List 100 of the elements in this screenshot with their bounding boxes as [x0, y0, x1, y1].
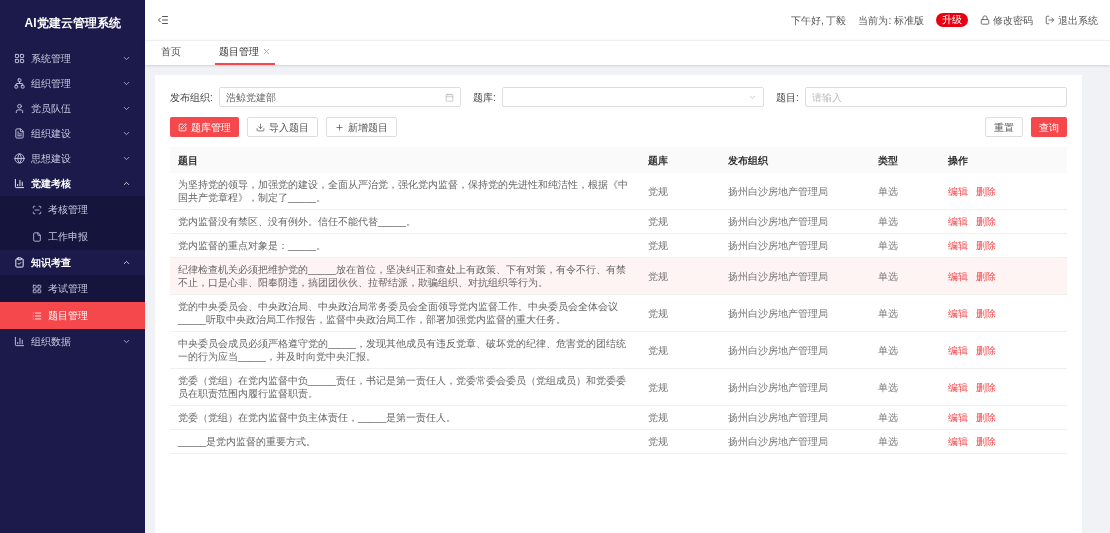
bank-cell: 党规	[640, 257, 720, 295]
search-button[interactable]: 查询	[1031, 117, 1067, 137]
type-cell: 单选	[870, 405, 940, 430]
question-cell: 党委（党组）在党内监督中负_____责任，书记是第一责任人，党委常委会委员（党组成员）和党委委员在职责范围内履行监督职责。	[170, 368, 640, 406]
chevron-down-icon	[122, 154, 131, 163]
greeting: 下午好, 丁毅	[790, 13, 847, 28]
delete-link[interactable]: 删除	[976, 381, 996, 393]
bank-cell: 党规	[640, 331, 720, 369]
type-cell: 单选	[870, 294, 940, 332]
submenu-item[interactable]: 题目管理	[0, 302, 145, 329]
edit-link[interactable]: 编辑	[948, 344, 968, 356]
bank-cell: 党规	[640, 294, 720, 332]
menu-item[interactable]: 思想建设	[0, 146, 145, 171]
organization-cell: 扬州白沙房地产管理局	[720, 257, 870, 295]
table-row[interactable]: 党的中央委员会、中央政治局、中央政治局常务委员会全面领导党内监督工作。中央委员会全体会议_____听取中央政治局工作报告，监督中央政治局工作，部署加强党内监督的重大任务。 党规 扬州白沙房地产管理局 单选 编辑 删除	[170, 294, 1067, 332]
edit-link[interactable]: 编辑	[948, 381, 968, 393]
table-row[interactable]: 党委（党组）在党内监督中负主体责任，_____是第一责任人。 党规 扬州白沙房地产管理局 单选 编辑 删除	[170, 405, 1067, 430]
table-row[interactable]: 党内监督的重点对象是：_____。 党规 扬州白沙房地产管理局 单选 编辑 删除	[170, 233, 1067, 258]
table-row[interactable]: 为坚持党的领导，加强党的建设，全面从严治党，强化党内监督，保持党的先进性和纯洁性，根据《中国共产党章程》，制定了_____。 党规 扬州白沙房地产管理局 单选 编辑 删除	[170, 173, 1067, 210]
logout-link[interactable]: 退出系统	[1045, 12, 1098, 28]
chevron-down-icon	[122, 337, 131, 346]
table-row[interactable]: 中央委员会成员必须严格遵守党的_____，发现其他成员有违反党章、破坏党的纪律、危害党的团结统一的行为应当_____，并及时向党中央汇报。 党规 扬州白沙房地产管理局 单选 编辑 删除	[170, 331, 1067, 369]
chevron-up-icon	[122, 258, 131, 267]
toolbar-button[interactable]: 题库管理	[170, 117, 239, 137]
organization-cell: 扬州白沙房地产管理局	[720, 331, 870, 369]
submenu-item[interactable]: 考试管理	[0, 275, 145, 302]
filter-label: 发布组织:	[170, 90, 213, 105]
type-cell: 单选	[870, 368, 940, 406]
organization-picker[interactable]: 浩鲸党建部	[218, 87, 461, 107]
question-cell: 党的中央委员会、中央政治局、中央政治局常务委员会全面领导党内监督工作。中央委员会全体会议_____听取中央政治局工作报告，监督中央政治局工作，部署加强党内监督的重大任务。	[170, 294, 640, 332]
chevron-down-icon	[122, 79, 131, 88]
edit-link[interactable]: 编辑	[948, 412, 968, 423]
delete-link[interactable]: 删除	[976, 270, 996, 282]
edit-link[interactable]: 编辑	[948, 436, 968, 447]
menu-item[interactable]: 党员队伍	[0, 96, 145, 121]
chevron-up-icon	[122, 179, 131, 188]
toolbar-button[interactable]: 新增题目	[326, 117, 397, 137]
upgrade-badge[interactable]: 升级	[936, 13, 968, 27]
change-password-link[interactable]: 修改密码	[980, 12, 1033, 28]
menu-item[interactable]: 组织数据	[0, 329, 145, 354]
submenu-item[interactable]: 工作申报	[0, 223, 145, 250]
type-cell: 单选	[870, 173, 940, 210]
type-cell: 单选	[870, 257, 940, 295]
toolbar-button[interactable]: 导入题目	[247, 117, 318, 137]
question-cell: 党委（党组）在党内监督中负主体责任，_____是第一责任人。	[170, 405, 640, 430]
menu-item[interactable]: 组织管理	[0, 71, 145, 96]
question-cell: 中央委员会成员必须严格遵守党的_____，发现其他成员有违反党章、破坏党的纪律、危害党的团结统一的行为应当_____，并及时向党中央汇报。	[170, 331, 640, 369]
menu-item[interactable]: 知识考查	[0, 250, 145, 275]
delete-link[interactable]: 删除	[976, 216, 996, 227]
grid-icon	[32, 283, 42, 294]
delete-link[interactable]: 删除	[976, 307, 996, 319]
bank-cell: 党规	[640, 173, 720, 210]
grid-icon	[14, 53, 25, 64]
bank-select[interactable]	[501, 87, 764, 107]
column-header: 操作	[940, 147, 1067, 173]
bank-cell: 党规	[640, 233, 720, 258]
table-row[interactable]: 党内监督没有禁区、没有例外。信任不能代替_____。 党规 扬州白沙房地产管理局 单选 编辑 删除	[170, 209, 1067, 234]
edit-link[interactable]: 编辑	[948, 185, 968, 197]
question-cell: 党内监督的重点对象是：_____。	[170, 233, 640, 258]
menu-icon[interactable]	[157, 14, 169, 26]
edit-link[interactable]: 编辑	[948, 240, 968, 251]
menu-item[interactable]: 党建考核	[0, 171, 145, 196]
page-tab[interactable]: 题目管理	[215, 40, 275, 65]
edit-link[interactable]: 编辑	[948, 216, 968, 227]
column-header: 题库	[640, 147, 720, 173]
plus-icon	[335, 122, 344, 132]
page-tab[interactable]: 首页	[157, 40, 185, 65]
list-icon	[32, 310, 42, 321]
delete-link[interactable]: 删除	[976, 412, 996, 423]
edit-link[interactable]: 编辑	[948, 270, 968, 282]
document-icon	[14, 128, 25, 139]
table-row[interactable]: 党委（党组）在党内监督中负_____责任，书记是第一责任人，党委常委会委员（党组成员）和党委委员在职责范围内履行监督职责。 党规 扬州白沙房地产管理局 单选 编辑 删除	[170, 368, 1067, 406]
type-cell: 单选	[870, 429, 940, 454]
search-button[interactable]: 重置	[985, 117, 1023, 137]
filter-label: 题库:	[473, 90, 496, 105]
delete-link[interactable]: 删除	[976, 240, 996, 251]
question-input[interactable]: 请输入	[804, 87, 1067, 107]
question-cell: _____是党内监督的重要方式。	[170, 429, 640, 454]
bank-cell: 党规	[640, 429, 720, 454]
table-row[interactable]: _____是党内监督的重要方式。 党规 扬州白沙房地产管理局 单选 编辑 删除	[170, 429, 1067, 454]
menu-item[interactable]: 组织建设	[0, 121, 145, 146]
bank-cell: 党规	[640, 209, 720, 234]
column-header: 题目	[170, 147, 640, 173]
filter-label: 题目:	[776, 90, 799, 105]
app-title: AI党建云管理系统	[23, 15, 122, 32]
submenu-item[interactable]: 考核管理	[0, 196, 145, 223]
delete-link[interactable]: 删除	[976, 185, 996, 197]
checklist-icon	[14, 257, 25, 268]
bar-chart-icon	[14, 178, 25, 189]
organization-cell: 扬州白沙房地产管理局	[720, 173, 870, 210]
edit-link[interactable]: 编辑	[948, 307, 968, 319]
bar-chart-icon	[14, 336, 25, 347]
organization-cell: 扬州白沙房地产管理局	[720, 368, 870, 406]
chevron-down-icon	[122, 104, 131, 113]
close-icon[interactable]	[262, 47, 271, 56]
delete-link[interactable]: 删除	[976, 436, 996, 447]
menu-item[interactable]: 系统管理	[0, 46, 145, 71]
logout-icon	[1045, 15, 1055, 25]
delete-link[interactable]: 删除	[976, 344, 996, 356]
organization-cell: 扬州白沙房地产管理局	[720, 405, 870, 430]
